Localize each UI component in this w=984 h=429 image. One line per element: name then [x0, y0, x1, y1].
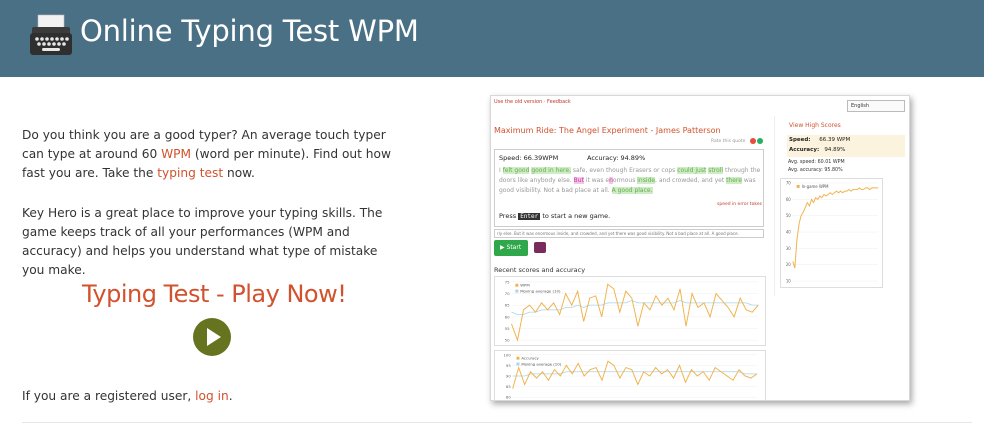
divider	[22, 422, 972, 423]
thumbs-down-icon	[750, 138, 756, 144]
login-prompt: If you are a registered user, log in.	[22, 389, 233, 403]
y-tick-label: 10	[786, 279, 791, 284]
typing-input: rly else. But it was enormous inside, an…	[494, 229, 764, 238]
quote-segment: good in here,	[531, 167, 571, 174]
hs-speed-label: Speed:	[789, 137, 811, 143]
quote-segment: stroll	[708, 167, 724, 174]
y-tick-label: 90	[506, 373, 511, 378]
y-tick-label: 75	[505, 279, 510, 284]
play-now-link[interactable]: Typing Test - Play Now!	[82, 280, 347, 308]
quote-segment: inside	[637, 177, 656, 184]
press-text-b: to start a new game.	[540, 212, 611, 220]
login-link[interactable]: log in	[195, 389, 229, 403]
y-tick-label: 70	[786, 180, 791, 185]
avg-accuracy: Avg. accuracy: 95.80%	[788, 168, 843, 173]
view-high-scores-link: View High Scores	[789, 122, 841, 129]
legend-label: Accuracy	[521, 356, 539, 361]
login-period: .	[228, 389, 233, 403]
quote-segment: could just	[677, 167, 707, 174]
start-button: ▶ Start	[494, 240, 528, 256]
login-text: If you are a registered user,	[22, 389, 196, 403]
hs-accuracy-label: Accuracy:	[789, 147, 820, 153]
recent-scores-title: Recent scores and accuracy	[494, 266, 586, 274]
game-screenshot[interactable]: Use the old version · Feedback English M…	[490, 95, 910, 401]
rate-quote: Rate this quote	[711, 139, 746, 144]
intro-paragraph-1: Do you think you are a good typer? An av…	[22, 126, 402, 183]
hs-speed-value: 66.39 WPM	[819, 137, 851, 143]
y-tick-label: 60	[786, 197, 791, 202]
y-tick-label: 30	[786, 246, 791, 251]
sound-toggle-icon	[534, 242, 546, 253]
right-panel-divider	[774, 116, 775, 296]
intro-text: Do you think you are a good typer? An av…	[22, 126, 402, 301]
avg-speed: Avg. speed: 60.01 WPM	[788, 160, 845, 165]
hs-accuracy-row: Accuracy: 94.89%	[789, 147, 845, 153]
quote-segment: there	[726, 177, 742, 184]
intro-text-c: now.	[223, 166, 255, 180]
thumbs-up-icon	[757, 138, 763, 144]
y-tick-label: 70	[505, 291, 510, 296]
enter-key: Enter	[518, 213, 541, 220]
old-version-link: Use the old version · Feedback	[494, 99, 571, 105]
y-tick-label: 50	[505, 338, 510, 343]
y-tick-label: 50	[786, 213, 791, 218]
in-game-wpm-line	[792, 187, 879, 269]
accuracy-average-line	[512, 371, 757, 377]
quote-segment: But	[573, 177, 584, 184]
site-title: Online Typing Test WPM	[80, 14, 419, 48]
y-tick-label: 40	[786, 229, 791, 234]
legend-swatch	[516, 362, 520, 366]
quote-segment: it was e	[583, 177, 610, 184]
typing-test-link[interactable]: typing test	[157, 166, 223, 180]
legend-swatch	[516, 356, 520, 360]
legend-swatch	[515, 283, 519, 287]
wpm-link[interactable]: WPM	[161, 147, 191, 161]
y-tick-label: 95	[506, 363, 511, 368]
hs-speed-row: Speed: 66.39 WPM	[789, 137, 850, 143]
quote-segment: ormous	[612, 177, 638, 184]
intro-paragraph-2: Key Hero is a great place to improve you…	[22, 206, 383, 277]
quote-segment: A good place.	[611, 187, 653, 194]
legend-label: Moving average (10)	[520, 289, 561, 294]
high-score-box: Speed: 66.39 WPM Accuracy: 94.89%	[787, 135, 905, 157]
quote-segment: safe, even though Erasers or cops	[570, 167, 678, 174]
y-tick-label: 60	[505, 314, 510, 319]
in-game-speed-chart: 70 60 50 40 30 20 10 In-game WPM	[780, 178, 883, 288]
y-tick-label: 20	[786, 262, 791, 267]
y-tick-label: 55	[505, 326, 510, 331]
accuracy-history-chart: 100 95 90 85 80 AccuracyMoving average (10)	[494, 350, 766, 400]
speed-note: speed in error tokes	[717, 202, 762, 207]
legend-swatch	[515, 289, 519, 293]
wpm-history-chart: 75 70 65 60 55 50 WPMMoving average (10)	[494, 276, 766, 346]
quote-text: I felt good good in here, safe, even tho…	[499, 166, 761, 196]
legend-swatch	[796, 184, 800, 188]
legend-label: Moving average (10)	[521, 361, 561, 366]
site-header: Online Typing Test WPM	[0, 0, 984, 77]
y-tick-label: 80	[506, 395, 511, 400]
y-tick-label: 65	[505, 303, 510, 308]
quote-segment: felt good	[502, 167, 530, 174]
y-tick-label: 100	[503, 352, 511, 357]
speed-readout: Speed: 66.39WPM	[499, 154, 559, 162]
averages: Avg. speed: 60.01 WPM Avg. accuracy: 95.…	[788, 159, 845, 175]
legend-label: In-game WPM	[802, 184, 829, 189]
y-tick-label: 85	[506, 384, 511, 389]
language-select: English	[847, 100, 905, 112]
accuracy-readout: Accuracy: 94.89%	[587, 154, 646, 162]
typewriter-icon[interactable]	[30, 13, 72, 57]
press-enter-hint: Press Enter to start a new game.	[499, 212, 610, 220]
press-text-a: Press	[499, 212, 519, 220]
play-icon[interactable]	[193, 318, 231, 356]
quote-source: Maximum Ride: The Angel Experiment - Jam…	[494, 126, 721, 135]
hs-accuracy-value: 94.89%	[824, 147, 846, 153]
quote-segment: , and crowded, and yet	[655, 177, 727, 184]
typing-panel: Speed: 66.39WPM Accuracy: 94.89% I felt …	[494, 149, 764, 227]
legend-label: WPM	[520, 283, 530, 288]
